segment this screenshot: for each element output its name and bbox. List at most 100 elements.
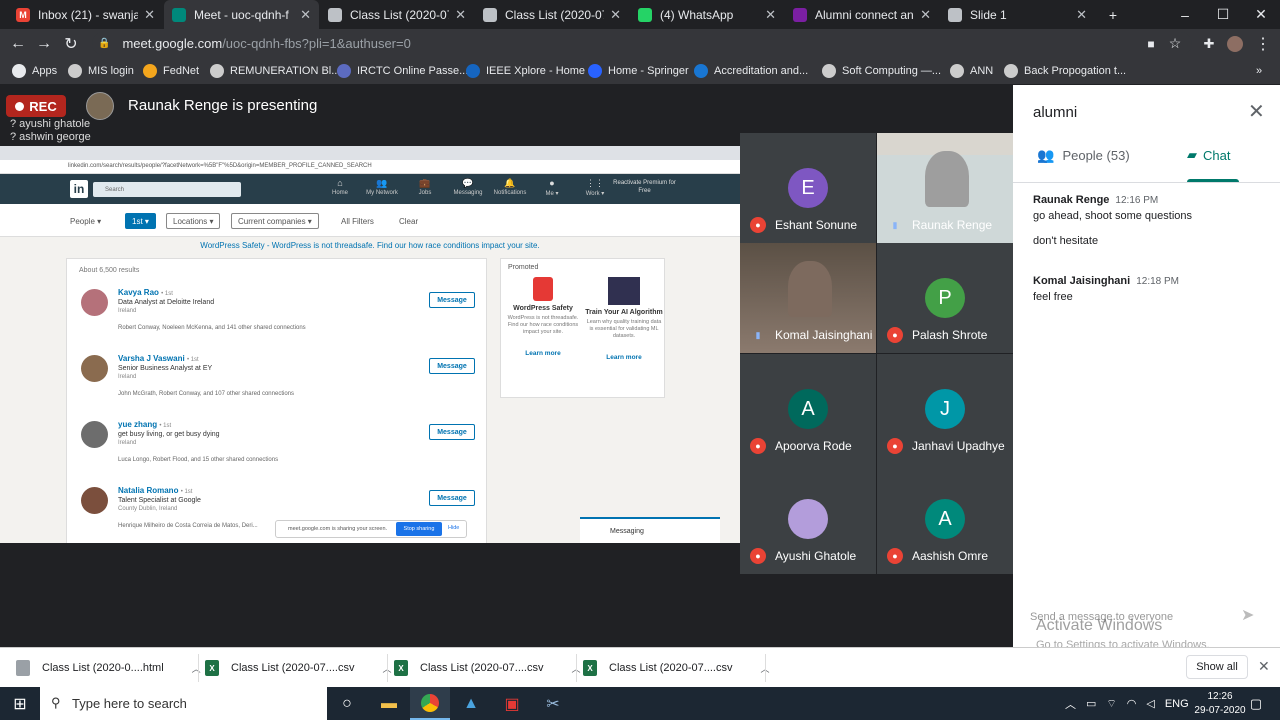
- chevron-up-icon[interactable]: ︿: [1065, 696, 1076, 712]
- result-card[interactable]: yue zhang • 1st get busy living, or get b…: [67, 411, 488, 477]
- bookmark-item[interactable]: Soft Computing —...: [822, 58, 941, 84]
- result-name[interactable]: Varsha J Vaswani • 1st: [118, 354, 199, 363]
- photos-icon[interactable]: ▲: [451, 687, 491, 720]
- download-item[interactable]: Class List (2020-0....html ︿: [16, 648, 201, 688]
- participant-tile[interactable]: A ● Aashish Omre: [877, 464, 1013, 574]
- tab-chat[interactable]: ▰ Chat: [1187, 147, 1230, 163]
- bookmark-item[interactable]: MIS login: [68, 58, 134, 84]
- filter-current-companies[interactable]: Current companies ▾: [231, 213, 319, 229]
- notification-icon[interactable]: ▢: [1236, 687, 1276, 720]
- linkedin-ad-banner[interactable]: WordPress Safety - WordPress is not thre…: [0, 241, 740, 250]
- participant-tile[interactable]: ● Ayushi Ghatole: [740, 464, 876, 574]
- tab-close-icon[interactable]: ✕: [920, 7, 931, 23]
- bookmark-item[interactable]: FedNet: [143, 58, 199, 84]
- promo-card[interactable]: Train Your AI Algorithm Learn why qualit…: [584, 277, 664, 361]
- language-indicator[interactable]: ENG: [1165, 698, 1189, 710]
- linkedin-nav-item[interactable]: 🔔 Notifications: [490, 178, 530, 196]
- bookmark-item[interactable]: Apps: [12, 58, 57, 84]
- tab-people[interactable]: 👥 People (53): [1037, 147, 1130, 164]
- avatar[interactable]: [81, 289, 108, 316]
- linkedin-nav-item[interactable]: 💼 Jobs: [405, 178, 445, 196]
- linkedin-nav-item[interactable]: ⌂ Home: [320, 178, 360, 196]
- window-maximize-button[interactable]: ☐: [1204, 0, 1242, 29]
- bookmarks-overflow-icon[interactable]: »: [1256, 58, 1262, 84]
- stop-sharing-button[interactable]: Stop sharing: [396, 522, 442, 536]
- result-name[interactable]: yue zhang • 1st: [118, 420, 171, 429]
- tab-close-icon[interactable]: ✕: [144, 7, 155, 23]
- hide-button[interactable]: Hide: [448, 525, 459, 531]
- bookmark-item[interactable]: Accreditation and...: [694, 58, 808, 84]
- linkedin-nav-item[interactable]: ⋮⋮ Work ▾: [575, 178, 615, 197]
- reload-button[interactable]: ↻: [58, 29, 84, 58]
- chevron-up-icon[interactable]: ︿: [192, 662, 201, 675]
- profile-avatar[interactable]: [1222, 29, 1248, 58]
- message-button[interactable]: Message: [429, 292, 475, 308]
- bookmark-item[interactable]: REMUNERATION Bl...: [210, 58, 340, 84]
- result-card[interactable]: Varsha J Vaswani • 1st Senior Business An…: [67, 345, 488, 411]
- tab[interactable]: Meet - uoc-qdnh-f ✕: [164, 0, 319, 29]
- tab[interactable]: Class List (2020-07-29) ✕: [320, 0, 474, 29]
- bookmark-item[interactable]: Home - Springer: [588, 58, 689, 84]
- participant-tile[interactable]: A ● Apoorva Rode: [740, 354, 876, 464]
- tab[interactable]: Alumni connect and A ✕: [785, 0, 939, 29]
- participant-tile[interactable]: ▮ Raunak Renge: [877, 133, 1013, 243]
- tab[interactable]: M Inbox (21) - swanjari@ ✕: [8, 0, 163, 29]
- bookmark-star-icon[interactable]: ☆: [1162, 29, 1188, 58]
- avatar[interactable]: [81, 355, 108, 382]
- chrome-menu-icon[interactable]: ⋮: [1250, 29, 1276, 58]
- file-explorer-icon[interactable]: ▬: [369, 687, 409, 720]
- tab-close-icon[interactable]: ✕: [300, 7, 311, 23]
- close-icon[interactable]: ✕: [1258, 658, 1270, 675]
- network-icon[interactable]: ⌔: [1106, 697, 1116, 711]
- linkedin-nav-item[interactable]: 💬 Messaging: [448, 178, 488, 196]
- tab-close-icon[interactable]: ✕: [455, 7, 466, 23]
- tab[interactable]: Class List (2020-07-29) ✕: [475, 0, 629, 29]
- extensions-icon[interactable]: ✚: [1196, 29, 1222, 58]
- tab[interactable]: Slide 1 ✕: [940, 0, 1095, 29]
- result-name[interactable]: Kavya Rao • 1st: [118, 288, 173, 297]
- volume-icon[interactable]: ◁: [1146, 697, 1154, 710]
- linkedin-messaging-bar[interactable]: Messaging: [580, 517, 720, 543]
- filter-clear[interactable]: Clear: [393, 213, 424, 229]
- filter-locations[interactable]: Locations ▾: [166, 213, 221, 229]
- show-all-button[interactable]: Show all: [1186, 655, 1248, 679]
- back-button[interactable]: ←: [5, 29, 31, 58]
- promo-card[interactable]: WordPress Safety WordPress is not thread…: [503, 277, 583, 357]
- bookmark-item[interactable]: IEEE Xplore - Home: [466, 58, 585, 84]
- participant-tile[interactable]: J ● Janhavi Upadhye: [877, 354, 1013, 464]
- tab[interactable]: (4) WhatsApp ✕: [630, 0, 784, 29]
- tab-close-icon[interactable]: ✕: [1076, 7, 1087, 23]
- forward-button[interactable]: →: [31, 29, 57, 58]
- download-item[interactable]: XClass List (2020-07....csv︿: [394, 648, 581, 688]
- result-name[interactable]: Natalia Romano • 1st: [118, 486, 192, 495]
- window-close-button[interactable]: ✕: [1242, 0, 1280, 29]
- cortana-icon[interactable]: ○: [327, 687, 367, 720]
- windows-start-icon[interactable]: ⊞: [0, 687, 40, 720]
- close-icon[interactable]: ✕: [1248, 99, 1265, 124]
- download-item[interactable]: XClass List (2020-07....csv︿: [583, 648, 770, 688]
- bookmark-item[interactable]: ANN: [950, 58, 993, 84]
- message-button[interactable]: Message: [429, 358, 475, 374]
- new-tab-button[interactable]: +: [1094, 0, 1132, 29]
- taskbar-search-input[interactable]: ⚲ Type here to search: [40, 687, 327, 720]
- message-button[interactable]: Message: [429, 424, 475, 440]
- download-item[interactable]: XClass List (2020-07....csv︿: [205, 648, 392, 688]
- linkedin-nav-item[interactable]: ● Me ▾: [532, 178, 572, 197]
- filter-1st[interactable]: 1st ▾: [125, 213, 156, 229]
- message-button[interactable]: Message: [429, 490, 475, 506]
- snipping-tool-icon[interactable]: ✂: [533, 687, 573, 720]
- address-bar[interactable]: 🔒 meet.google.com /uoc-qdnh-fbs?pli=1&au…: [92, 32, 1192, 55]
- filter-all[interactable]: All Filters: [335, 213, 380, 229]
- participant-tile[interactable]: ▮ Komal Jaisinghani: [740, 243, 876, 353]
- bookmark-item[interactable]: Back Propogation t...: [1004, 58, 1126, 84]
- avatar[interactable]: [81, 421, 108, 448]
- chrome-icon[interactable]: [410, 687, 450, 720]
- window-minimize-button[interactable]: –: [1166, 0, 1204, 29]
- camera-icon[interactable]: ■: [1138, 29, 1164, 58]
- send-icon[interactable]: ➤: [1241, 605, 1254, 625]
- tab-close-icon[interactable]: ✕: [610, 7, 621, 23]
- reactivate-premium-link[interactable]: Reactivate Premium for Free: [612, 179, 677, 195]
- acrobat-icon[interactable]: ▣: [492, 687, 532, 720]
- bookmark-item[interactable]: IRCTC Online Passe...: [337, 58, 468, 84]
- avatar[interactable]: [81, 487, 108, 514]
